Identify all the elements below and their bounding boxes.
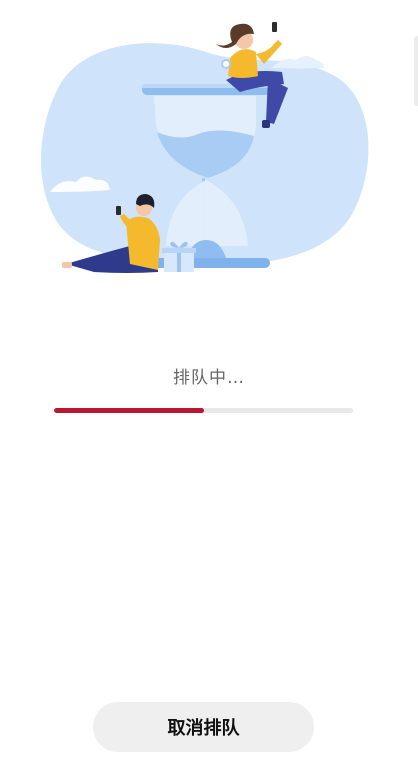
- queue-status-text: 排队中…: [173, 368, 245, 388]
- edge-tab: [414, 36, 418, 106]
- hourglass-waiting-illustration: [41, 22, 369, 273]
- queue-progress-fill: [54, 408, 204, 413]
- cancel-queue-button[interactable]: 取消排队: [93, 702, 314, 752]
- queue-screen: 排队中… 取消排队: [0, 0, 418, 757]
- queue-progress-bar: [54, 408, 353, 413]
